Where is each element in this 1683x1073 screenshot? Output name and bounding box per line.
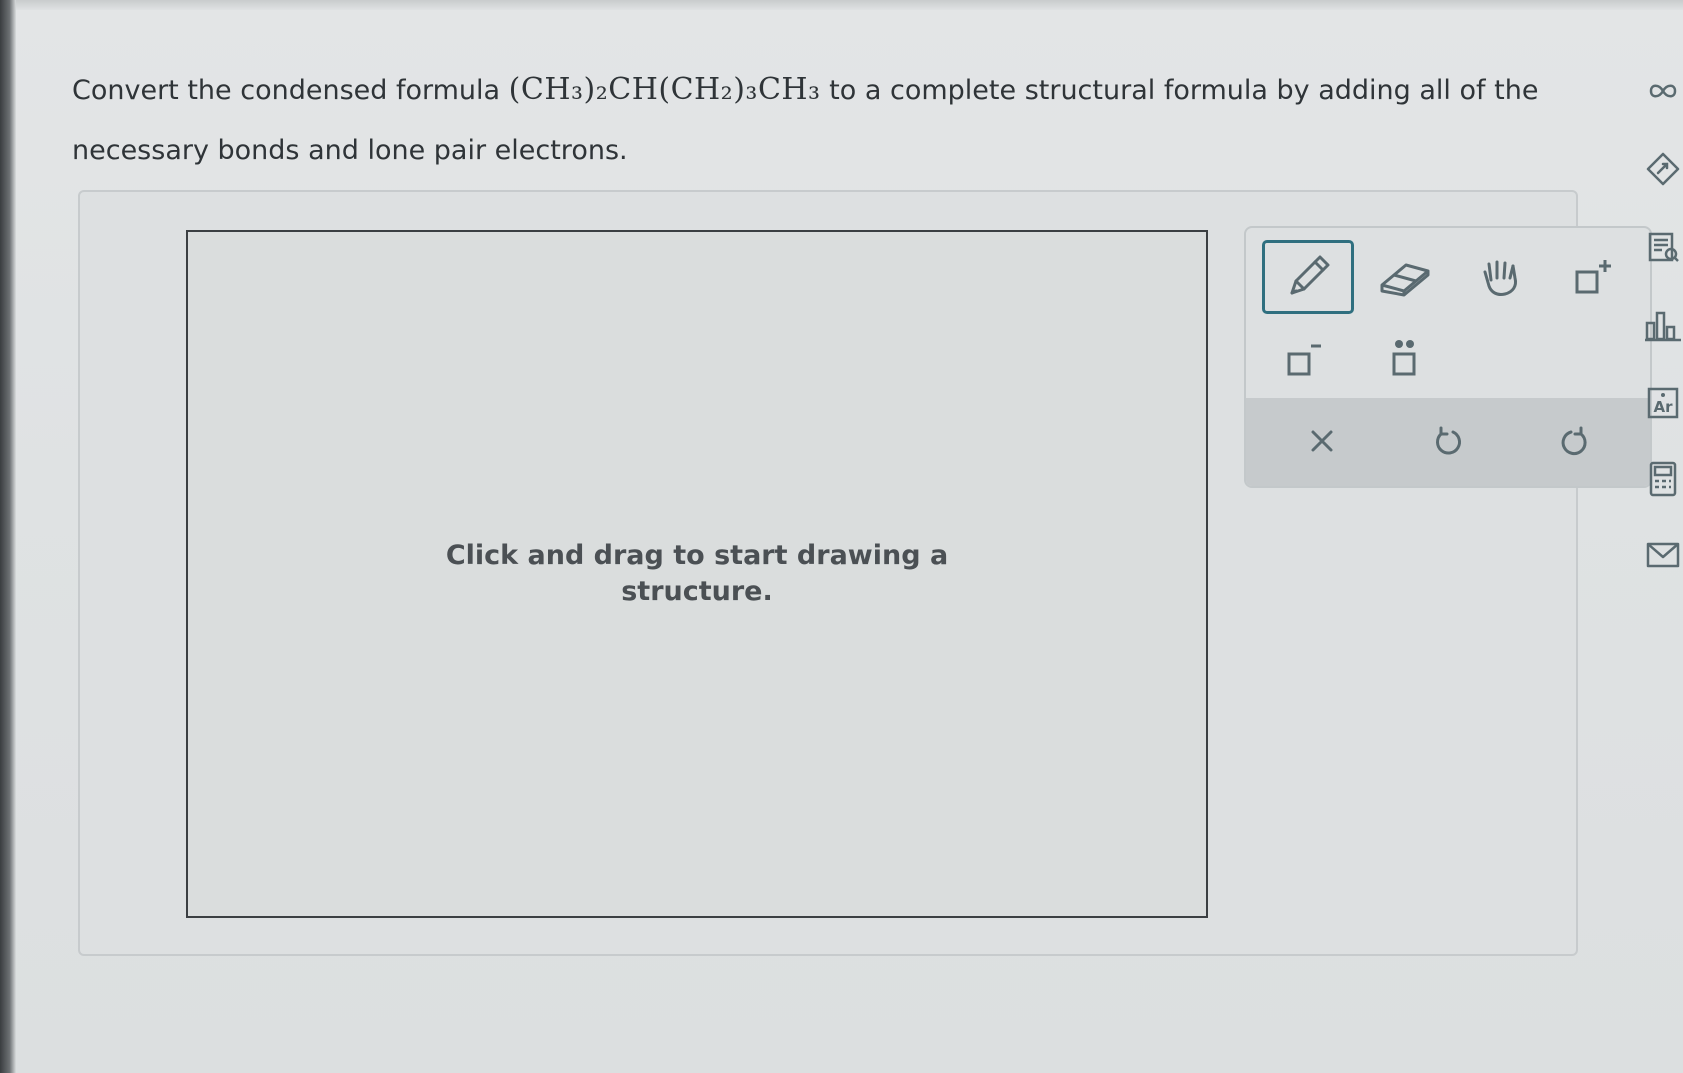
calculator-icon[interactable] [1644,460,1682,498]
side-rail: Ar [1636,60,1683,580]
negative-charge-tool[interactable] [1264,326,1344,392]
periodic-table-icon[interactable]: Ar [1644,384,1682,422]
question-text: Convert the condensed formula (CH₃)₂CH(C… [72,60,1552,181]
toolbar-action-bar [1246,398,1650,486]
infinity-icon[interactable] [1644,72,1682,110]
screen-left-edge [0,0,16,1073]
lone-pair-icon [1381,336,1427,382]
hand-tool[interactable] [1460,244,1540,310]
canvas-hint: Click and drag to start drawing a struct… [188,232,1206,916]
edit-diamond-icon[interactable] [1644,150,1682,188]
close-icon [1307,426,1337,456]
canvas-hint-text: Click and drag to start drawing a struct… [445,540,949,607]
hand-icon [1477,254,1523,300]
positive-charge-tool[interactable] [1554,244,1634,310]
eraser-tool[interactable] [1364,244,1444,310]
mail-icon[interactable] [1644,536,1682,574]
negative-charge-icon [1281,336,1327,382]
redo-button[interactable] [1536,408,1616,474]
pencil-tool[interactable] [1262,240,1354,314]
positive-charge-icon [1571,254,1617,300]
screen-top-edge [0,0,1683,10]
condensed-formula: (CH₃)₂CH(CH₂)₃CH₃ [508,72,821,107]
question-prefix: Convert the condensed formula [72,75,509,106]
redo-icon [1559,424,1593,458]
svg-text:Ar: Ar [1653,398,1673,416]
pencil-icon [1280,249,1336,305]
chart-icon[interactable] [1644,306,1682,344]
drawing-toolbar [1244,226,1652,488]
notes-search-icon[interactable] [1644,228,1682,266]
undo-icon [1431,424,1465,458]
eraser-icon [1376,257,1432,297]
clear-button[interactable] [1282,408,1362,474]
lone-pair-tool[interactable] [1364,326,1444,392]
drawing-canvas[interactable]: Click and drag to start drawing a struct… [186,230,1208,918]
undo-button[interactable] [1408,408,1488,474]
